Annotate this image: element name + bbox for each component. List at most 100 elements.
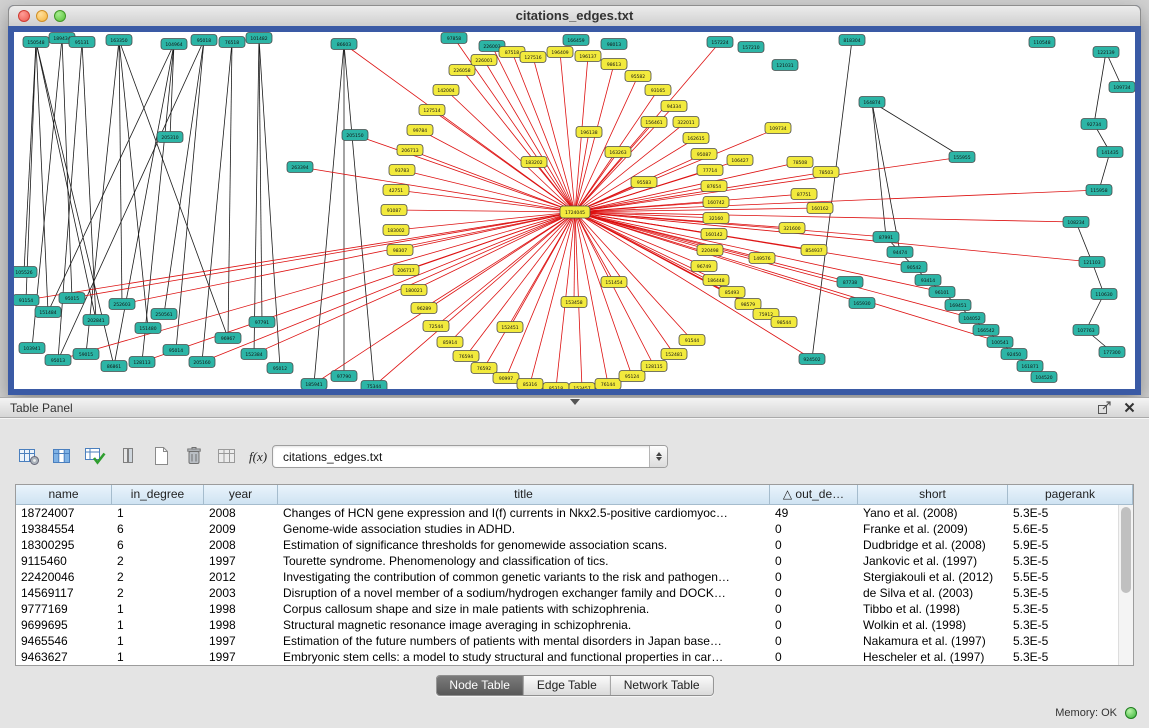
graph-node[interactable]: 196138 [576, 127, 602, 138]
graph-node[interactable]: 91544 [679, 335, 705, 346]
graph-node[interactable]: 226001 [471, 55, 497, 66]
graph-node[interactable]: 160142 [701, 229, 727, 240]
graph-node[interactable]: 95124 [619, 371, 645, 382]
graph-node[interactable]: 85318 [543, 383, 569, 390]
graph-node[interactable]: 180021 [401, 285, 427, 296]
graph-node[interactable]: 94474 [887, 247, 913, 258]
graph-node[interactable]: 76592 [471, 363, 497, 374]
graph-node[interactable]: 128113 [129, 357, 155, 368]
graph-node[interactable]: 95018 [191, 35, 217, 46]
graph-node[interactable]: 122139 [1093, 47, 1119, 58]
table-row[interactable]: 1830029562008Estimation of significance … [16, 537, 1118, 553]
graph-node[interactable]: 76594 [453, 351, 479, 362]
graph-node[interactable]: 78508 [787, 157, 813, 168]
graph-node[interactable]: 155955 [949, 152, 975, 163]
graph-node[interactable]: 162615 [683, 133, 709, 144]
graph-node[interactable]: 115958 [1086, 185, 1112, 196]
graph-node[interactable]: 95015 [59, 293, 85, 304]
graph-node[interactable]: 220498 [697, 245, 723, 256]
graph-node[interactable]: 160742 [703, 197, 729, 208]
graph-node[interactable]: 32160 [703, 213, 729, 224]
graph-node[interactable]: 90997 [493, 373, 519, 384]
graph-node[interactable]: 90542 [901, 262, 927, 273]
graph-node[interactable]: 153458 [561, 297, 587, 308]
graph-node[interactable]: 196137 [575, 51, 601, 62]
graph-node[interactable]: 183002 [383, 225, 409, 236]
graph-node[interactable]: 76518 [219, 37, 245, 48]
graph-node[interactable]: 96749 [691, 261, 717, 272]
graph-node[interactable]: 86861 [101, 361, 127, 372]
graph-node[interactable]: 85914 [437, 337, 463, 348]
graph-node[interactable]: 95583 [631, 177, 657, 188]
graph-node[interactable]: 104052 [959, 313, 985, 324]
table-row[interactable]: 1456911722003Disruption of a novel membe… [16, 585, 1118, 601]
graph-node[interactable]: 177300 [1099, 347, 1125, 358]
graph-node[interactable]: 108234 [1063, 217, 1089, 228]
graph-node[interactable]: 142004 [433, 85, 459, 96]
graph-node[interactable]: 149576 [749, 253, 775, 264]
graph-node[interactable]: 186448 [703, 275, 729, 286]
graph-node[interactable]: 95582 [625, 71, 651, 82]
graph-node[interactable]: 185941 [301, 379, 327, 390]
graph-node[interactable]: 110630 [1091, 289, 1117, 300]
vertical-scrollbar[interactable] [1118, 505, 1133, 665]
graph-node[interactable]: 42751 [383, 185, 409, 196]
graph-node[interactable]: 95131 [69, 37, 95, 48]
scrollbar-thumb[interactable] [1121, 507, 1131, 593]
graph-node[interactable]: 98544 [771, 317, 797, 328]
graph-node[interactable]: 121103 [1079, 257, 1105, 268]
graph-node[interactable]: 152384 [241, 349, 267, 360]
graph-node[interactable]: 109734 [765, 123, 791, 134]
graph-node[interactable]: 127514 [419, 105, 445, 116]
graph-node[interactable]: 196409 [547, 47, 573, 58]
graph-node[interactable]: 153457 [569, 383, 595, 390]
graph-node[interactable]: 150548 [23, 37, 49, 48]
graph-node[interactable]: 156461 [641, 117, 667, 128]
tab-node-table[interactable]: Node Table [436, 676, 524, 695]
graph-node[interactable]: 97791 [249, 317, 275, 328]
graph-node[interactable]: 95014 [163, 345, 189, 356]
graph-node[interactable]: 250561 [151, 309, 177, 320]
graph-node[interactable]: 151454 [601, 277, 627, 288]
graph-node[interactable]: 206713 [397, 145, 423, 156]
graph-node[interactable]: 104520 [1031, 372, 1057, 383]
graph-node[interactable]: 183202 [521, 157, 547, 168]
table-disabled-button[interactable] [212, 445, 241, 471]
graph-node[interactable]: 166459 [563, 35, 589, 46]
import-table-button[interactable] [80, 445, 109, 471]
graph-node[interactable]: 164874 [859, 97, 885, 108]
graph-node[interactable]: 93414 [915, 275, 941, 286]
column-header-year[interactable]: year [204, 485, 278, 505]
graph-node[interactable]: 92450 [1001, 349, 1027, 360]
graph-node[interactable]: 95013 [45, 355, 71, 366]
graph-node[interactable]: 95087 [691, 149, 717, 160]
graph-node[interactable]: 103941 [19, 343, 45, 354]
graph-node[interactable]: 94334 [661, 101, 687, 112]
table-row[interactable]: 2242004622012Investigating the contribut… [16, 569, 1118, 585]
graph-node[interactable]: 86603 [331, 39, 357, 50]
network-canvas[interactable]: 1505481894349513116335010496495018765181… [8, 26, 1141, 395]
close-panel-button[interactable] [1123, 401, 1137, 415]
graph-node[interactable]: 75344 [361, 381, 387, 390]
graph-node[interactable]: 78503 [813, 167, 839, 178]
graph-node[interactable]: 97858 [441, 33, 467, 44]
float-panel-button[interactable] [1097, 401, 1113, 415]
graph-node[interactable]: 93783 [389, 165, 415, 176]
table-row[interactable]: 1872400712008Changes of HCN gene express… [16, 505, 1118, 521]
graph-node[interactable]: 98013 [601, 39, 627, 50]
graph-node[interactable]: 226058 [449, 65, 475, 76]
graph-node[interactable]: 99784 [407, 125, 433, 136]
graph-node[interactable]: 87991 [873, 232, 899, 243]
graph-node[interactable]: 98307 [387, 245, 413, 256]
graph-node[interactable]: 169451 [945, 300, 971, 311]
graph-node[interactable]: 152451 [497, 322, 523, 333]
column-header-short[interactable]: short [858, 485, 1008, 505]
graph-node[interactable]: 163350 [106, 35, 132, 46]
graph-node[interactable]: 100541 [987, 337, 1013, 348]
graph-node[interactable]: 151480 [135, 323, 161, 334]
graph-node[interactable]: 109734 [1109, 82, 1135, 93]
graph-node[interactable]: 98579 [735, 299, 761, 310]
graph-node[interactable]: 152481 [661, 349, 687, 360]
graph-node[interactable]: 205150 [342, 130, 368, 141]
table-row[interactable]: 969969511998Structural magnetic resonanc… [16, 617, 1118, 633]
